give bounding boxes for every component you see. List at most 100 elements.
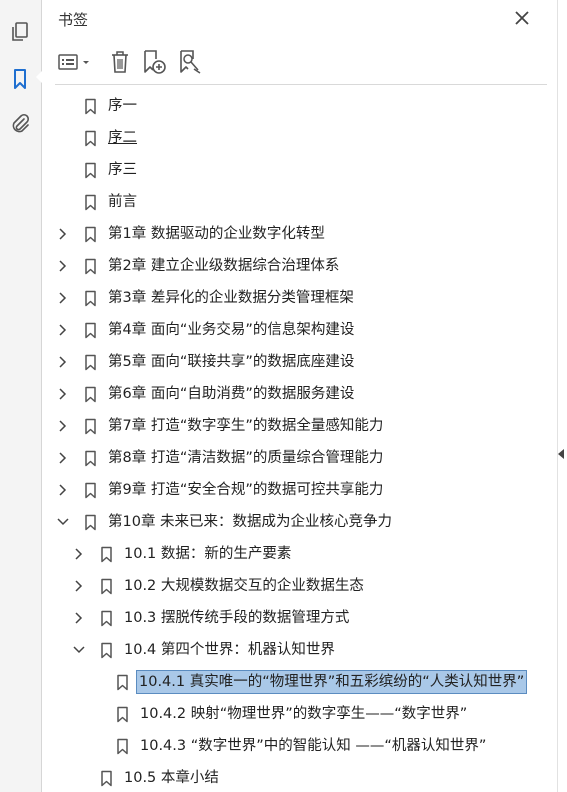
bookmark-icon [82, 481, 98, 499]
bookmark-label: 10.4.2 映射“物理世界”的数字孪生——“数字世界” [140, 706, 468, 722]
bookmark-icon [82, 353, 98, 371]
bookmark-item[interactable]: 第4章 面向“业务交易”的信息架构建设 [42, 314, 557, 346]
bookmark-item[interactable]: 10.1 数据：新的生产要素 [42, 538, 557, 570]
chevron-right-icon[interactable] [56, 323, 70, 337]
chevron-right-icon[interactable] [56, 451, 70, 465]
bookmark-item[interactable]: 第10章 未来已来：数据成为企业核心竞争力 [42, 506, 557, 538]
chevron-down-icon[interactable] [72, 643, 86, 657]
options-menu-button[interactable] [56, 48, 94, 76]
bookmark-label: 序一 [108, 98, 137, 114]
bookmark-toolbar [42, 44, 557, 80]
bookmark-search-button[interactable] [176, 48, 204, 76]
attachment-icon[interactable] [8, 112, 32, 136]
bookmark-item[interactable]: 10.4.1 真实唯一的“物理世界”和五彩缤纷的“人类认知世界” [42, 666, 557, 698]
bookmarks-window: 书签 序一 序二 序三 前言 第1章 数据驱动的企业数字化转型 第2章 建立企业… [0, 0, 567, 792]
bookmark-icon [114, 705, 130, 723]
bookmark-label: 第6章 面向“自助消费”的数据服务建设 [108, 386, 355, 402]
bookmark-item[interactable]: 第6章 面向“自助消费”的数据服务建设 [42, 378, 557, 410]
bookmark-label: 序二 [108, 130, 137, 146]
toolbar-divider [55, 84, 547, 85]
bookmark-icon [98, 609, 114, 627]
bookmark-item[interactable]: 10.4 第四个世界：机器认知世界 [42, 634, 557, 666]
bookmark-item[interactable]: 第2章 建立企业级数据综合治理体系 [42, 250, 557, 282]
bookmark-icon [82, 321, 98, 339]
bookmark-icon [82, 513, 98, 531]
bookmark-label: 第4章 面向“业务交易”的信息架构建设 [108, 322, 355, 338]
bookmark-label: 第2章 建立企业级数据综合治理体系 [108, 258, 340, 274]
bookmark-label: 10.5 本章小结 [124, 770, 219, 786]
chevron-right-icon[interactable] [56, 291, 70, 305]
chevron-down-icon[interactable] [56, 515, 70, 529]
bookmark-icon [82, 193, 98, 211]
chevron-right-icon[interactable] [56, 355, 70, 369]
bookmark-icon [82, 257, 98, 275]
bookmark-item[interactable]: 10.5 本章小结 [42, 762, 557, 792]
bookmark-item[interactable]: 序二 [42, 122, 557, 154]
bookmark-item[interactable]: 第9章 打造“安全合规”的数据可控共享能力 [42, 474, 557, 506]
bookmark-icon [98, 641, 114, 659]
bookmark-item[interactable]: 第8章 打造“清洁数据”的质量综合管理能力 [42, 442, 557, 474]
panel-title: 书签 [58, 11, 89, 29]
pages-icon[interactable] [8, 20, 32, 44]
delete-button[interactable] [106, 48, 134, 76]
document-pane-edge [557, 0, 567, 792]
chevron-right-icon[interactable] [72, 547, 86, 561]
chevron-right-icon[interactable] [56, 483, 70, 497]
bookmark-search-icon [180, 50, 201, 74]
chevron-right-icon[interactable] [56, 419, 70, 433]
bookmark-icon [82, 289, 98, 307]
bookmark-icon [98, 769, 114, 787]
bookmark-icon [114, 673, 130, 691]
bookmark-label: 第9章 打造“安全合规”的数据可控共享能力 [108, 482, 384, 498]
bookmark-icon [82, 161, 98, 179]
bookmark-label: 第1章 数据驱动的企业数字化转型 [108, 226, 325, 242]
chevron-right-icon[interactable] [72, 611, 86, 625]
bookmark-item[interactable]: 第7章 打造“数字孪生”的数据全量感知能力 [42, 410, 557, 442]
new-bookmark-icon [144, 50, 166, 74]
bookmark-item[interactable]: 第3章 差异化的企业数据分类管理框架 [42, 282, 557, 314]
bookmark-icon [82, 97, 98, 115]
close-icon[interactable] [512, 8, 532, 28]
bookmark-item[interactable]: 10.2 大规模数据交互的企业数据生态 [42, 570, 557, 602]
delete-icon [112, 51, 128, 73]
bookmark-icon[interactable] [8, 67, 32, 91]
bookmark-icon [82, 417, 98, 435]
collapse-panel-arrow-icon[interactable] [558, 449, 564, 459]
bookmark-item[interactable]: 第5章 面向“联接共享”的数据底座建设 [42, 346, 557, 378]
bookmark-item[interactable]: 序三 [42, 154, 557, 186]
navigation-rail [0, 0, 42, 792]
bookmark-label: 第10章 未来已来：数据成为企业核心竞争力 [108, 514, 393, 530]
bookmark-icon [98, 545, 114, 563]
bookmark-label: 第7章 打造“数字孪生”的数据全量感知能力 [108, 418, 384, 434]
bookmark-icon [114, 737, 130, 755]
bookmark-tree: 序一序二序三前言第1章 数据驱动的企业数字化转型 第2章 建立企业级数据综合治理体… [42, 90, 557, 792]
bookmark-icon [82, 385, 98, 403]
bookmark-item[interactable]: 10.3 摆脱传统手段的数据管理方式 [42, 602, 557, 634]
bookmark-item[interactable]: 前言 [42, 186, 557, 218]
bookmark-label: 序三 [108, 162, 137, 178]
bookmark-icon [82, 129, 98, 147]
bookmark-item[interactable]: 第1章 数据驱动的企业数字化转型 [42, 218, 557, 250]
bookmark-item[interactable]: 10.4.2 映射“物理世界”的数字孪生——“数字世界” [42, 698, 557, 730]
bookmarks-panel: 书签 序一 序二 序三 前言 第1章 数据驱动的企业数字化转型 第2章 建立企业… [42, 0, 557, 792]
bookmark-item[interactable]: 序一 [42, 90, 557, 122]
bookmark-item[interactable]: 10.4.3 “数字世界”中的智能认知 ——“机器认知世界” [42, 730, 557, 762]
bookmark-label: 第5章 面向“联接共享”的数据底座建设 [108, 354, 355, 370]
chevron-right-icon[interactable] [56, 259, 70, 273]
bookmark-label: 前言 [108, 194, 137, 210]
chevron-right-icon[interactable] [56, 387, 70, 401]
bookmark-label: 10.2 大规模数据交互的企业数据生态 [124, 578, 364, 594]
chevron-right-icon[interactable] [56, 227, 70, 241]
chevron-right-icon[interactable] [72, 579, 86, 593]
bookmark-label: 10.1 数据：新的生产要素 [124, 546, 292, 562]
bookmark-icon [98, 577, 114, 595]
new-bookmark-button[interactable] [140, 48, 168, 76]
bookmark-label: 第3章 差异化的企业数据分类管理框架 [108, 290, 354, 306]
